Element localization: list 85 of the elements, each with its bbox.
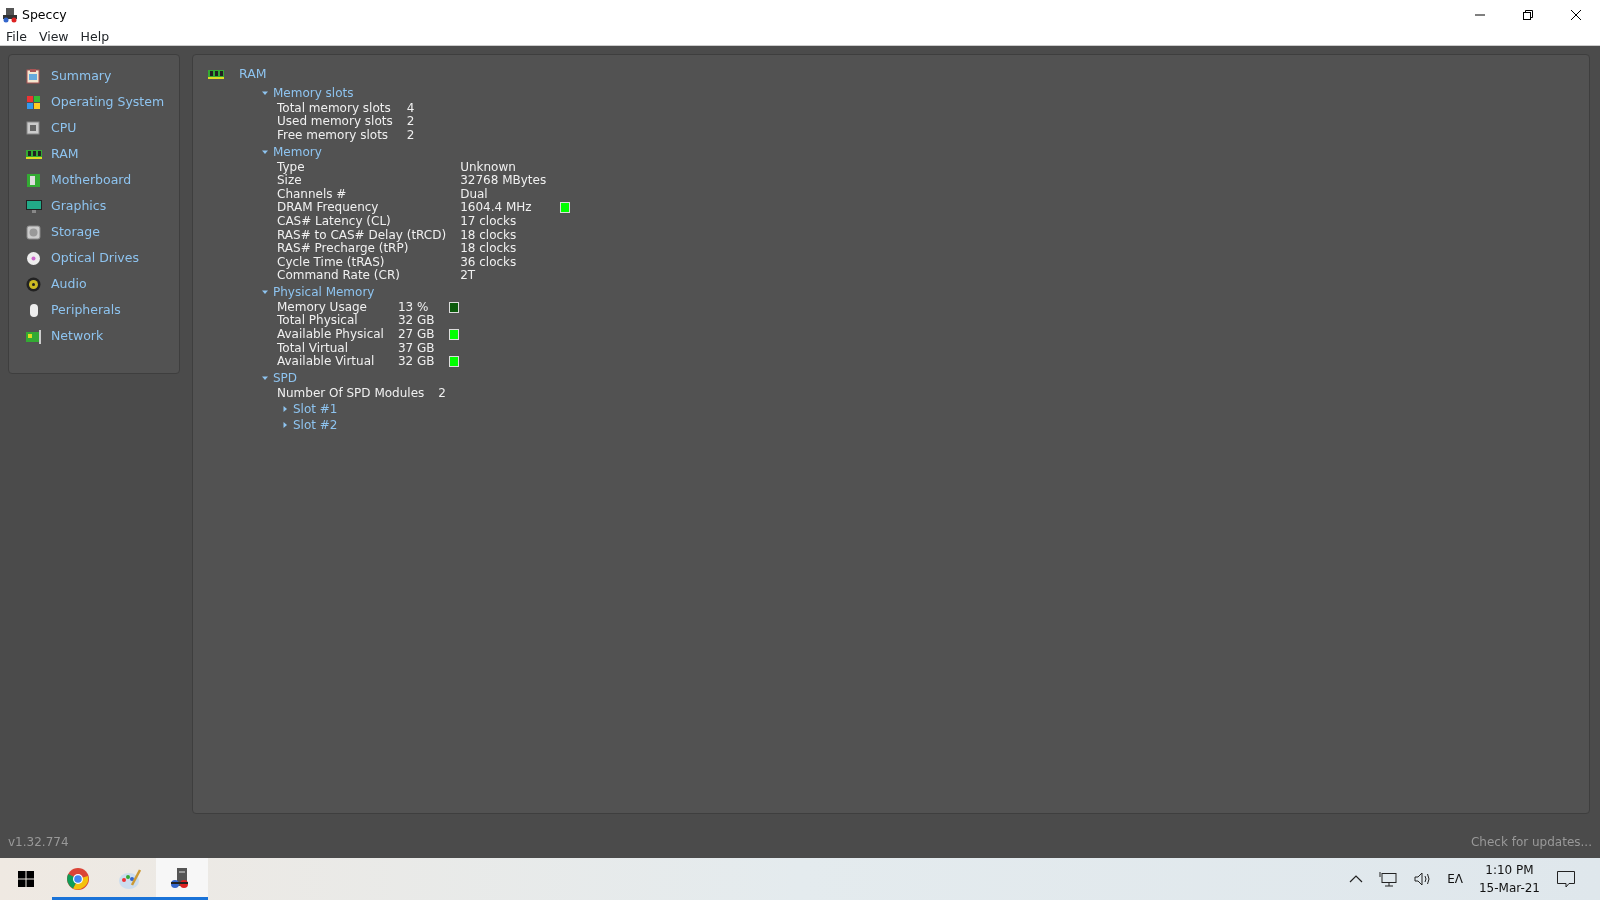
property-value: 17 clocks xyxy=(460,214,518,229)
property-value: 32768 MBytes xyxy=(460,174,548,188)
tree-node-label[interactable]: Memory slots xyxy=(273,84,354,103)
sidebar-item[interactable]: CPU xyxy=(25,115,179,141)
network-icon[interactable] xyxy=(1379,871,1398,887)
browser-icon xyxy=(66,867,90,891)
property-value: 18 clocks xyxy=(460,228,518,242)
property-label: Available Virtual xyxy=(277,355,398,369)
sidebar-item[interactable]: Storage xyxy=(25,219,179,245)
property-label: Total memory slots xyxy=(277,101,407,116)
disc-icon xyxy=(25,249,42,267)
property-value: 2 xyxy=(438,386,447,401)
restore-icon[interactable] xyxy=(1522,9,1534,21)
section-title: RAM xyxy=(239,65,267,83)
clock-time[interactable]: 1:10 PM xyxy=(1485,861,1534,879)
property-label: Available Physical xyxy=(277,328,398,342)
volume-icon[interactable] xyxy=(1413,871,1432,887)
property-label: DRAM Frequency xyxy=(277,201,461,215)
property-label: Channels # xyxy=(277,187,348,202)
menu-item[interactable]: View xyxy=(32,28,75,47)
sidebar-item[interactable]: Audio xyxy=(25,271,179,297)
property-value: 2T xyxy=(460,269,477,283)
property-value: 32 GB xyxy=(397,355,449,369)
sidebar-item[interactable]: Operating System xyxy=(25,89,179,115)
window-title: Speccy xyxy=(22,5,68,24)
property-label: Number Of SPD Modules xyxy=(277,386,426,401)
sidebar-item[interactable]: Summary xyxy=(25,63,179,89)
property-label: RAS# Precharge (tRP) xyxy=(277,242,410,256)
property-label: Size xyxy=(277,174,461,188)
property-label: RAS# to CAS# Delay (tRCD) xyxy=(277,228,448,242)
property-label: Cycle Time (tRAS) xyxy=(277,255,461,270)
tree-node-label[interactable]: Slot #2 xyxy=(293,415,338,434)
language-indicator[interactable]: EΛ xyxy=(1447,870,1463,888)
property-value: 18 clocks xyxy=(460,242,518,256)
tree-node-label[interactable]: Physical Memory xyxy=(273,283,375,302)
notification-icon[interactable] xyxy=(1556,869,1576,889)
chevron-up-icon[interactable] xyxy=(1349,874,1364,884)
property-value: 4 xyxy=(406,101,416,116)
close-icon[interactable] xyxy=(1570,9,1582,21)
tree-node-label[interactable]: Memory xyxy=(273,143,322,162)
menu-item[interactable]: File xyxy=(0,28,33,47)
sidebar-item[interactable]: Network xyxy=(25,323,179,349)
property-value: 2 xyxy=(406,115,416,129)
expand-caret-icon[interactable] xyxy=(281,404,289,413)
property-label: Total Virtual xyxy=(277,341,398,356)
speccy-logo-icon xyxy=(2,7,18,23)
property-label: Type xyxy=(277,160,306,175)
property-value: 27 GB xyxy=(397,328,449,342)
property-value: 1604.4 MHz xyxy=(460,201,561,215)
property-label: Command Rate (CR) xyxy=(277,269,401,283)
property-value: 36 clocks xyxy=(460,255,518,270)
speaker-icon xyxy=(25,275,42,293)
sidebar-item[interactable]: Peripherals xyxy=(25,297,179,323)
property-label: CAS# Latency (CL) xyxy=(277,214,392,229)
windows-flag-icon xyxy=(25,93,42,111)
paint-palette-icon xyxy=(118,867,142,891)
property-value: 13 % xyxy=(397,300,449,315)
tree-node-label[interactable]: Slot #1 xyxy=(293,399,338,418)
network-card-icon xyxy=(25,327,42,345)
sidebar-item[interactable]: Motherboard xyxy=(25,167,179,193)
property-value: Dual xyxy=(460,187,489,202)
taskbar-app-button[interactable] xyxy=(156,858,208,900)
chip-icon xyxy=(25,119,42,137)
circuit-board-icon xyxy=(25,171,42,189)
expand-caret-icon[interactable] xyxy=(281,420,289,429)
property-value: Unknown xyxy=(460,160,517,175)
monitor-icon xyxy=(25,197,42,215)
sidebar-item[interactable]: Graphics xyxy=(25,193,179,219)
property-label: Free memory slots xyxy=(277,128,407,143)
hard-drive-icon xyxy=(25,223,42,241)
sidebar-item[interactable]: Optical Drives xyxy=(25,245,179,271)
menu-item[interactable]: Help xyxy=(74,28,116,47)
windows-logo-icon xyxy=(18,871,34,887)
property-label: Used memory slots xyxy=(277,115,407,129)
version-label: v1.32.774 xyxy=(8,834,69,851)
property-label: Total Physical xyxy=(277,314,398,329)
clipboard-icon xyxy=(25,67,42,85)
sidebar-item[interactable]: RAM xyxy=(25,141,179,167)
clock-date[interactable]: 15-Mar-21 xyxy=(1478,879,1540,897)
property-value: 37 GB xyxy=(397,341,436,356)
property-value: 2 xyxy=(406,128,416,143)
tree-node-label[interactable]: SPD xyxy=(273,369,298,388)
property-label: Memory Usage xyxy=(277,300,368,315)
update-link[interactable]: Check for updates... xyxy=(1470,833,1592,851)
property-value: 32 GB xyxy=(397,314,436,329)
